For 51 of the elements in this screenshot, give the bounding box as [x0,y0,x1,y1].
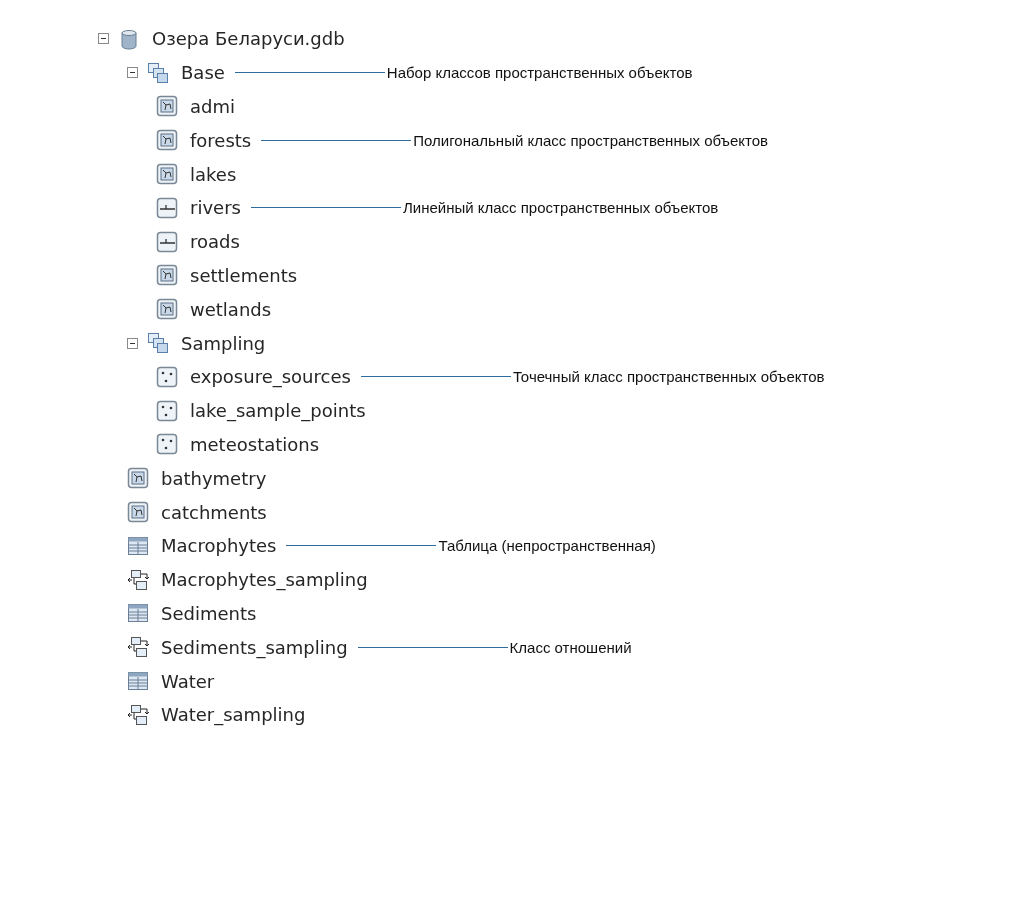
point-layer-icon [156,365,178,388]
tree-item-label[interactable]: lake_sample_points [190,400,366,422]
line-layer-icon [156,230,178,253]
annotation-text: Набор классов пространственных объектов [386,64,693,82]
polygon-layer-icon [156,95,178,118]
point-layer-icon [156,433,178,456]
tree-item-label[interactable]: Macrophytes [161,535,277,557]
tree-item-label[interactable]: rivers [190,197,241,219]
line-layer-icon [156,196,178,219]
collapse-toggle-icon[interactable] [127,337,138,349]
database-icon [118,27,140,50]
tree-item-label[interactable]: lakes [190,163,237,185]
polygon-layer-icon [156,264,178,287]
tree-item-label[interactable]: Macrophytes_sampling [161,569,368,591]
tree-item-label[interactable]: catchments [161,501,267,523]
tree-item-label[interactable]: Sediments [161,602,257,624]
table-icon [127,670,149,693]
table-icon [127,534,149,557]
tree-item-label[interactable]: exposure_sources [190,366,351,388]
collapse-toggle-icon[interactable] [98,33,109,45]
linked-boxes-icon [127,636,149,659]
tree-item-label[interactable]: Base [181,62,225,84]
tree-item-label[interactable]: Sediments_sampling [161,636,348,658]
tree-item-label[interactable]: Озера Беларуси.gdb [152,28,345,50]
tree-item-label[interactable]: Water [161,670,215,692]
tree-item-label[interactable]: wetlands [190,298,272,320]
annotation-text: Полигональный класс пространственных объектов [413,131,769,149]
annotation-text: Точечный класс пространственных объектов [512,368,825,386]
tree-item-label[interactable]: admi [190,96,235,117]
linked-boxes-icon [127,703,149,726]
stacked-squares-icon [147,332,169,355]
polygon-layer-icon [127,501,149,524]
tree-item-label[interactable]: bathymetry [161,467,267,489]
polygon-layer-icon [156,129,178,152]
point-layer-icon [156,399,178,422]
linked-boxes-icon [127,568,149,591]
annotation-text: Класс отношений [509,638,632,656]
tree-item-label[interactable]: settlements [190,264,298,286]
stacked-squares-icon [147,61,169,84]
tree-item-label[interactable]: meteostations [190,433,320,455]
tree-item-label[interactable]: Water_sampling [161,704,306,726]
table-icon [127,602,149,625]
tree-item-label[interactable]: forests [190,129,252,151]
polygon-layer-icon [156,298,178,321]
polygon-layer-icon [156,163,178,186]
polygon-layer-icon [127,467,149,490]
annotation-text: Линейный класс пространственных объектов [402,199,719,217]
tree-item-label[interactable]: Sampling [181,332,266,354]
annotation-text: Таблица (непространственная) [438,537,656,555]
tree-item-label[interactable]: roads [190,231,240,253]
collapse-toggle-icon[interactable] [127,67,138,79]
